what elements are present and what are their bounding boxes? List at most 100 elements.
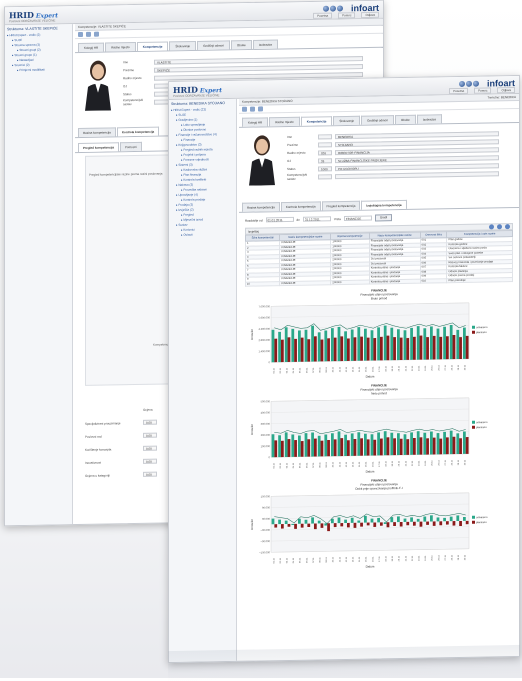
x-tick-label: 13.11 (353, 366, 355, 372)
legend-label: ostvareno (476, 420, 488, 424)
bar (465, 437, 469, 454)
logout-link[interactable]: Odjava (361, 11, 379, 19)
y-axis-label: Iznos/kn (250, 329, 254, 341)
home-link[interactable]: Pocetna (449, 87, 469, 95)
score-label: Inovativnost (85, 460, 102, 465)
y-tick-label: 0 (269, 455, 271, 459)
tree-node[interactable]: ▸ Primjerni modifikati (7, 67, 70, 73)
help-link[interactable]: Pomoc (338, 12, 356, 19)
subtab[interactable]: Razina kompetencija (242, 202, 280, 212)
bar (274, 440, 278, 458)
x-tick-label: 20.11 (399, 555, 401, 561)
subtab[interactable]: Pregled kompetencija (321, 200, 361, 211)
x-tick-label: 15.11 (366, 556, 368, 562)
tab[interactable]: Obuke (394, 114, 416, 125)
bar (459, 438, 462, 454)
subtab[interactable]: Razina kompetencija (78, 127, 116, 138)
x-tick-label: 19.11 (392, 365, 394, 371)
bar (304, 519, 308, 524)
settings-icon[interactable] (505, 224, 510, 230)
bar (445, 521, 449, 525)
bar (357, 327, 361, 361)
tab[interactable]: Školovanje (333, 115, 361, 126)
bar (416, 326, 420, 360)
x-tick-label: 22.11 (412, 555, 414, 561)
type-label: Vrsta (333, 216, 341, 221)
export-icon[interactable] (489, 224, 494, 230)
tree-node[interactable]: ▸ Ovlasti (171, 232, 234, 238)
x-tick-label: 29.11 (458, 364, 460, 370)
inner-tab[interactable]: Pomocni (120, 141, 142, 152)
refresh-icon[interactable] (258, 106, 263, 112)
x-tick-label: 01.11 (273, 367, 275, 373)
bar (403, 330, 407, 360)
print-icon[interactable] (497, 224, 502, 230)
field-label: Ime (123, 60, 129, 65)
tab[interactable]: Kompetencije (300, 116, 333, 126)
tab[interactable]: Izobrazba (416, 114, 442, 124)
bar (357, 520, 361, 523)
home-link[interactable]: Pocetna (313, 12, 333, 19)
x-tick-label: 10.11 (333, 556, 335, 562)
x-tick-label: 13.11 (353, 556, 355, 562)
x-tick-label: 09.11 (326, 366, 328, 372)
back-icon[interactable] (78, 31, 83, 38)
bar (366, 522, 370, 526)
tab[interactable]: Godišnji odmori (361, 115, 394, 125)
bar (443, 517, 446, 522)
inner-tab[interactable]: Pregled kompetencija (78, 142, 120, 153)
tab[interactable]: Radno mjesto (269, 116, 300, 127)
x-tick-label: 28.11 (452, 459, 454, 465)
bar (436, 328, 440, 360)
bar (287, 523, 291, 527)
tab[interactable]: Kolegij HR (242, 117, 269, 127)
tab[interactable]: Obuke (230, 39, 252, 50)
bar (350, 433, 354, 456)
bar (397, 329, 400, 361)
bar (390, 432, 394, 456)
y-tick-label: 400.000 (261, 410, 271, 414)
bar (393, 438, 396, 456)
from-date-field[interactable]: 01.01.2011. (265, 216, 294, 223)
bar (399, 337, 403, 361)
bar (377, 327, 380, 361)
bar (307, 439, 311, 457)
help-link[interactable]: Pomoc (474, 87, 492, 94)
tab[interactable]: Kompetencije (136, 41, 169, 52)
tree-panel: Strukturna: BENEDIKA STOJIANO ▸ HRist Ex… (169, 98, 237, 663)
x-tick-label: 24.11 (425, 460, 427, 466)
forward-icon[interactable] (86, 31, 91, 37)
avatar (85, 60, 111, 111)
bar (423, 328, 427, 360)
x-tick-label: 10.11 (333, 366, 335, 372)
tab[interactable]: Izobrazba (252, 39, 278, 49)
forward-icon[interactable] (250, 106, 255, 112)
tab[interactable]: Radno mjesto (105, 42, 136, 52)
competency-panel (85, 154, 175, 386)
tab[interactable]: Školovanje (169, 40, 197, 51)
bar (364, 433, 367, 456)
bar (459, 520, 462, 527)
legend-label: ostvareno (476, 515, 488, 519)
tab[interactable]: Kolegij HR (78, 42, 105, 53)
to-date-field[interactable]: 31.12.2011. (302, 216, 331, 222)
chart-svg: −150.000 −90.000 −30.000 30.000 90.000 150.00… (250, 492, 488, 569)
score-value: 0,00 (143, 458, 157, 464)
generate-button[interactable]: Izradi (374, 214, 393, 222)
logout-link[interactable]: Odjava (497, 87, 515, 94)
type-select[interactable]: FINANCIJE (343, 215, 372, 222)
x-tick-label: 05.11 (300, 462, 302, 468)
tab[interactable]: Godišnji odmori (197, 40, 230, 50)
status-right: Trenutno: BENEDIKA (487, 94, 516, 100)
bar (333, 439, 337, 457)
subtab[interactable]: Kontrola kompetencija (116, 126, 160, 137)
refresh-icon[interactable] (94, 31, 99, 37)
x-tick-label: 17.11 (379, 461, 381, 467)
x-tick-label: 06.11 (306, 462, 308, 468)
x-tick-label: 04.11 (293, 557, 295, 563)
subtab[interactable]: Kontrola kompetencija (280, 201, 321, 212)
subtab[interactable]: Izvještajna kompetencija (361, 199, 407, 210)
back-icon[interactable] (242, 106, 247, 112)
x-tick-label: 18.11 (386, 460, 388, 466)
bar (393, 522, 396, 527)
